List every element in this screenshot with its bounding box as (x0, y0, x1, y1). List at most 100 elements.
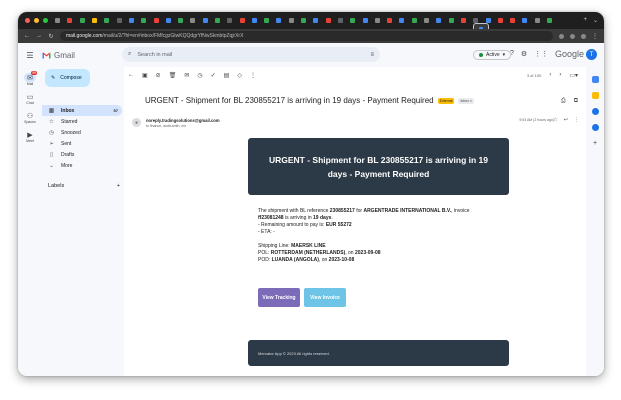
label-icon[interactable]: ◇ (237, 72, 242, 79)
forward-icon[interactable]: → (36, 33, 42, 39)
browser-tab[interactable] (347, 15, 358, 26)
close-window-button[interactable] (25, 18, 30, 23)
browser-tab[interactable] (310, 15, 321, 26)
browser-tab[interactable] (532, 15, 543, 26)
rail-item-chat[interactable]: ▭ Chat (18, 92, 42, 106)
archive-icon[interactable]: ▣ (142, 72, 148, 79)
print-icon[interactable]: ⎙ (561, 98, 566, 105)
add-label-icon[interactable]: + (117, 183, 120, 189)
browser-tab[interactable] (323, 15, 334, 26)
maximize-window-button[interactable] (43, 18, 48, 23)
browser-tab[interactable] (138, 15, 149, 26)
search-bar[interactable]: ⌕ Search in mail ≡ (122, 47, 380, 62)
browser-tab[interactable] (507, 15, 518, 26)
compose-button[interactable]: ✎ Compose (45, 69, 90, 87)
rail-item-spaces[interactable]: ⚇ Spaces (18, 111, 42, 125)
sidebar-item-sent[interactable]: ➢ Sent (42, 138, 122, 149)
browser-tab[interactable] (495, 15, 506, 26)
delete-icon[interactable]: 🗑 (169, 72, 177, 79)
tasks-icon[interactable] (591, 108, 599, 115)
browser-tab[interactable] (212, 15, 223, 26)
browser-tab[interactable] (286, 15, 297, 26)
browser-tab[interactable] (77, 15, 88, 26)
apps-grid-icon[interactable]: ⋮⋮ (534, 50, 548, 58)
extension-icon[interactable] (570, 33, 575, 39)
browser-tab[interactable] (163, 15, 174, 26)
browser-tab[interactable] (335, 15, 346, 26)
snooze-icon[interactable]: ◷ (197, 72, 202, 79)
reload-icon[interactable]: ↻ (48, 33, 54, 40)
browser-tab[interactable] (113, 15, 124, 26)
browser-tab[interactable] (224, 15, 235, 26)
browser-tab[interactable] (236, 15, 247, 26)
back-icon[interactable]: ← (24, 33, 30, 39)
mark-unread-icon[interactable]: ✉ (184, 72, 189, 79)
report-spam-icon[interactable]: ⊘ (156, 72, 161, 79)
tab-search-icon[interactable]: ⌄ (593, 17, 598, 24)
sidebar-item-more[interactable]: ⌄ More (42, 160, 122, 171)
browser-tab[interactable] (101, 15, 112, 26)
browser-tab[interactable] (89, 15, 100, 26)
url-field[interactable]: mail.google.com/mail/u/2/?hl=en#inbox/FM… (60, 31, 553, 41)
browser-tab[interactable] (175, 15, 186, 26)
hamburger-menu-icon[interactable]: ☰ (18, 51, 42, 60)
avatar[interactable]: T (586, 49, 597, 60)
gmail-logo[interactable]: Gmail (42, 51, 124, 60)
more-icon[interactable]: ⋮ (574, 117, 579, 123)
newer-icon[interactable]: ‹ (549, 72, 551, 78)
keep-icon[interactable] (591, 92, 599, 99)
inbox-tag[interactable]: Inbox × (458, 97, 475, 104)
search-icon[interactable]: ⌕ (128, 51, 131, 58)
rail-item-meet[interactable]: ▶ Meet (18, 130, 42, 144)
open-new-window-icon[interactable]: ⧉ (574, 98, 578, 105)
star-icon[interactable]: ☆ (553, 117, 557, 123)
sidebar-item-starred[interactable]: ☆ Starred (42, 116, 122, 127)
recipients[interactable]: to finance, audit-smth, me (146, 124, 220, 128)
calendar-icon[interactable] (591, 76, 599, 83)
contacts-icon[interactable] (591, 124, 599, 131)
browser-tab[interactable] (261, 15, 272, 26)
view-invoice-button[interactable]: View Invoice (304, 288, 346, 307)
browser-tab[interactable] (64, 15, 75, 26)
help-icon[interactable]: ? (510, 50, 514, 58)
browser-tab[interactable] (249, 15, 260, 26)
minimize-window-button[interactable] (34, 18, 39, 23)
add-addon-icon[interactable]: + (592, 140, 599, 147)
browser-tab[interactable] (52, 15, 63, 26)
new-tab-icon[interactable]: + (583, 17, 587, 24)
browser-tab[interactable] (200, 15, 211, 26)
status-selector[interactable]: Active ▾ (473, 50, 512, 60)
search-options-icon[interactable]: ≡ (370, 52, 374, 58)
browser-tab[interactable] (433, 15, 444, 26)
extension-icon[interactable] (559, 33, 564, 39)
add-task-icon[interactable]: ✓ (211, 72, 216, 79)
browser-tab[interactable] (150, 15, 161, 26)
browser-tab[interactable] (396, 15, 407, 26)
more-options-icon[interactable]: ⋮ (250, 72, 256, 79)
view-tracking-button[interactable]: View Tracking (258, 288, 300, 307)
browser-tab[interactable] (473, 23, 489, 36)
browser-tab[interactable] (544, 15, 555, 26)
move-to-icon[interactable]: ▤ (224, 72, 230, 79)
back-to-inbox-icon[interactable]: ← (128, 72, 134, 78)
browser-tab[interactable] (458, 15, 469, 26)
browser-tab[interactable] (446, 15, 457, 26)
sidebar-item-snoozed[interactable]: ◷ Snoozed (42, 127, 122, 138)
browser-tab[interactable] (384, 15, 395, 26)
settings-icon[interactable]: ⚙ (521, 50, 527, 58)
browser-tab[interactable] (187, 15, 198, 26)
sidebar-item-inbox[interactable]: ▥ Inbox 57 (42, 105, 122, 116)
browser-menu-icon[interactable]: ⋮ (592, 33, 598, 40)
rail-item-mail[interactable]: ✉ 99 Mail (18, 71, 42, 86)
sender-email[interactable]: noreply.tradingsolutions@gmail.com (146, 118, 220, 123)
browser-tab[interactable] (273, 15, 284, 26)
keyboard-icon[interactable]: ▭▾ (569, 72, 586, 79)
reply-icon[interactable]: ↩ (564, 117, 568, 123)
browser-tab[interactable] (298, 15, 309, 26)
browser-tab[interactable] (126, 15, 137, 26)
sidebar-item-drafts[interactable]: ▯ Drafts (42, 149, 122, 160)
browser-tab[interactable] (421, 15, 432, 26)
browser-tab[interactable] (372, 15, 383, 26)
browser-tab[interactable] (359, 15, 370, 26)
profile-icon[interactable] (581, 33, 586, 39)
